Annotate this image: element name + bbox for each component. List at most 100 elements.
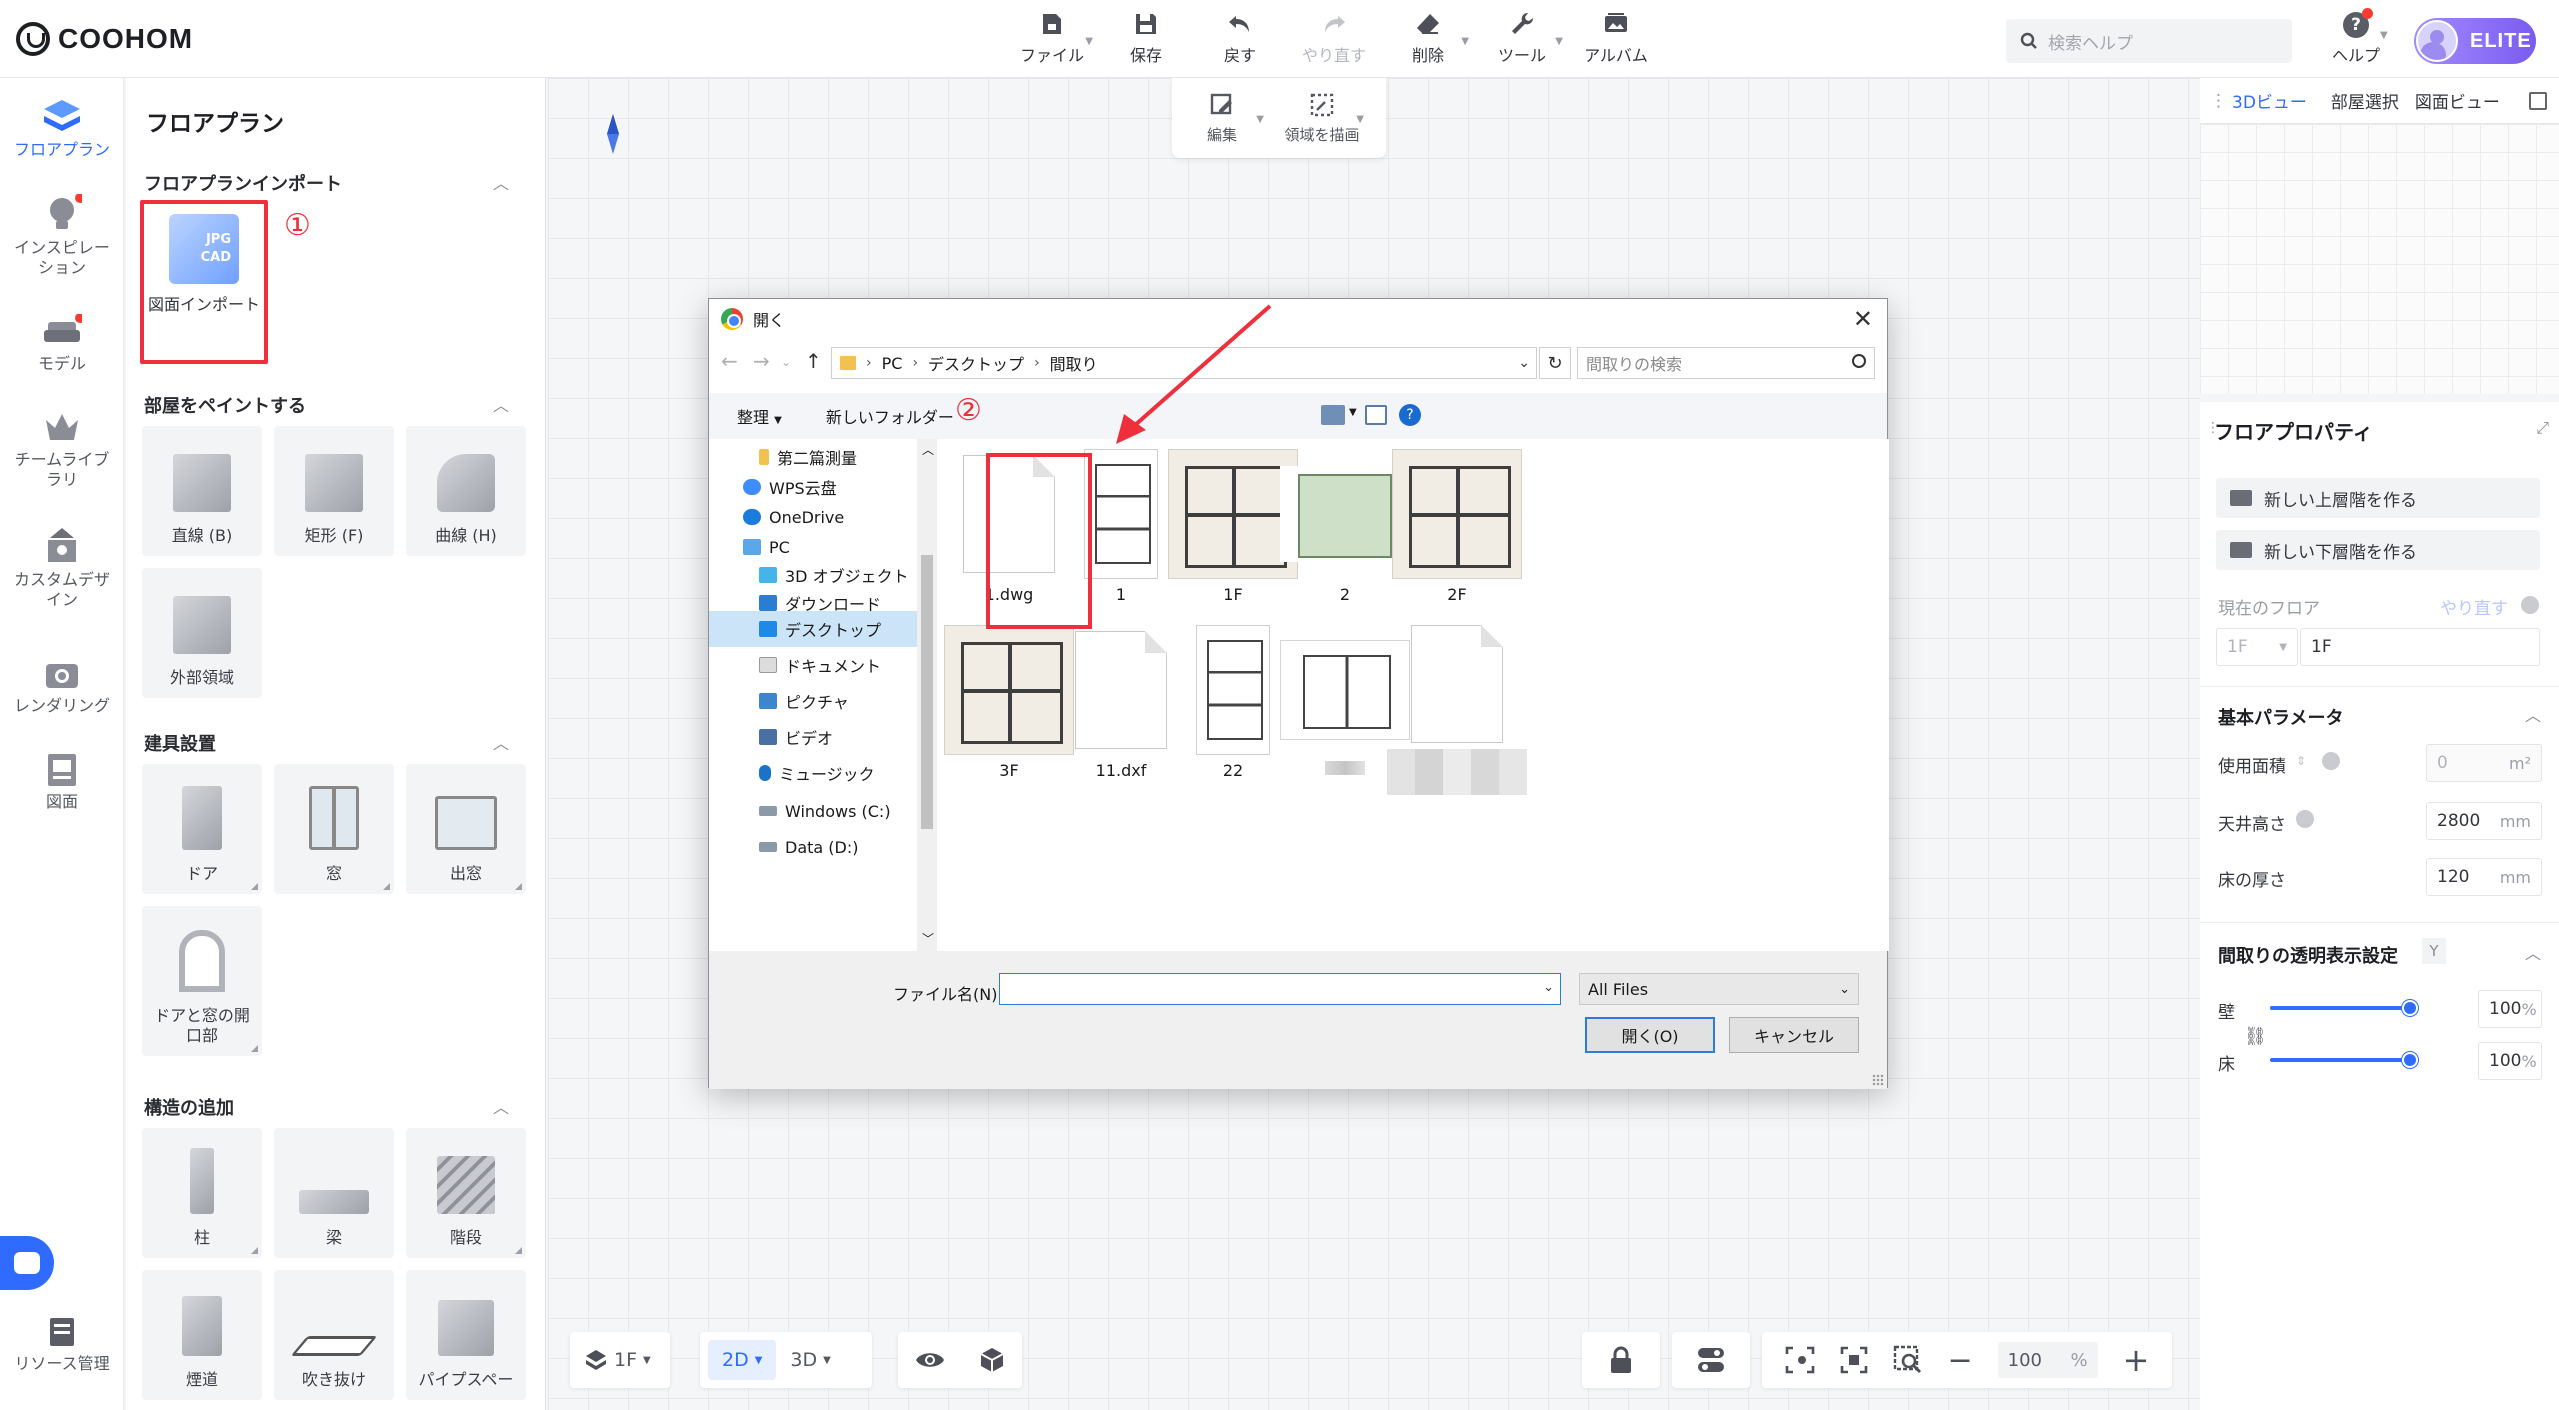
close-icon[interactable]: ✕ [1853,305,1873,333]
resize-grip-icon[interactable] [1872,1074,1884,1086]
nav-item-desktop[interactable]: デスクトップ [709,611,917,647]
mode-2d-button[interactable]: 2D ▼ [708,1340,777,1380]
import-drawing-card[interactable]: JPG CAD 図面インポート [140,200,268,364]
refresh-icon[interactable]: ↻ [1539,347,1571,379]
ceiling-height-input[interactable]: 2800 mm [2426,802,2542,840]
nav-item-documents[interactable]: ドキュメント [709,647,917,683]
card-pipe-space[interactable]: パイプスペー [406,1270,526,1400]
breadcrumb-pc[interactable]: PC [882,354,903,373]
rail-item-drawing[interactable]: 図面 [0,752,124,812]
rail-item-custom-design[interactable]: カスタムデザイン [0,526,124,610]
wall-slider[interactable] [2270,1000,2418,1026]
floor-slider[interactable] [2270,1052,2418,1078]
create-lower-floor-button[interactable]: 新しい下層階を作る [2216,530,2540,570]
toolbar-tools-button[interactable]: ツール ▼ [1475,10,1569,70]
floor-level-select[interactable]: 1F ▼ [2216,628,2298,666]
fit-screen-icon[interactable] [1785,1346,1815,1374]
avatar[interactable] [2416,20,2458,62]
edit-tool-button[interactable]: 編集 ▼ [1172,78,1272,158]
floor-switcher[interactable]: 1F ▼ [570,1332,670,1388]
card-flue[interactable]: 煙道 [142,1270,262,1400]
forward-arrow-icon[interactable]: → [753,349,770,373]
dialog-title-bar[interactable]: 開く [709,299,1887,339]
card-stairs[interactable]: 階段 [406,1128,526,1258]
filetype-select[interactable]: All Files ⌄ [1579,973,1859,1005]
preview-pane-icon[interactable] [1365,405,1387,425]
toolbar-file-button[interactable]: ファイル ▼ [1005,10,1099,70]
toolbar-save-button[interactable]: 保存 [1099,10,1193,70]
zoom-area-icon[interactable] [1893,1345,1923,1375]
view-options-icon[interactable] [1321,405,1345,425]
floor-slider-knob[interactable] [2402,1052,2418,1068]
link-icon[interactable]: ⛓ [2244,1026,2267,1047]
drag-grip-icon[interactable]: ⋮ [2210,91,2227,111]
breadcrumb-desktop[interactable]: デスクトップ [928,351,1024,375]
popout-icon[interactable] [2529,91,2547,110]
history-chevron-icon[interactable]: ⌄ [781,355,791,369]
toolbar-redo-button[interactable]: やり直す [1287,10,1381,70]
floor-select[interactable]: 1F ▼ [570,1340,665,1380]
new-folder-button[interactable]: 新しいフォルダー [826,404,954,428]
focus-icon[interactable] [1840,1346,1868,1374]
card-rectangle[interactable]: 矩形 (F) [274,426,394,556]
card-bay-window[interactable]: 出窓 [406,764,526,894]
compass-icon[interactable] [607,114,619,154]
nav-item-music[interactable]: ミュージック [709,755,917,791]
toolbar-delete-button[interactable]: 削除 ▼ [1381,10,1475,70]
nav-item-drive-d[interactable]: Data (D:) [709,829,917,865]
help-button[interactable]: ? ヘルプ [2326,8,2386,72]
collapse-chevron-icon[interactable]: ︿ [493,1094,509,1118]
wall-slider-knob[interactable] [2402,1000,2418,1016]
cancel-button[interactable]: キャンセル [1729,1017,1859,1053]
card-door[interactable]: ドア [142,764,262,894]
help-icon[interactable]: ? [1399,404,1421,426]
file-item-2f[interactable]: 2F [1387,449,1527,619]
tab-room-select[interactable]: 部屋選択 [2319,78,2411,124]
cube-icon[interactable] [978,1346,1006,1374]
toolbar-album-button[interactable]: アルバム [1569,10,1663,70]
coohom-logo[interactable]: COOHOM [16,22,193,56]
file-item-blurred-2[interactable] [1387,625,1527,795]
card-column[interactable]: 柱 [142,1128,262,1258]
chevron-down-icon[interactable]: ⌄ [1518,355,1530,371]
tab-3d-view[interactable]: 3Dビュー [2220,78,2319,124]
floor-thickness-input[interactable]: 120 mm [2426,858,2542,896]
card-outer-area[interactable]: 外部領域 [142,568,262,698]
rail-item-team-library[interactable]: チームライブラリ [0,410,124,490]
filename-input[interactable]: ⌄ [999,973,1561,1005]
folder-search-input[interactable]: 間取りの検索 [1577,347,1875,379]
mode-3d-button[interactable]: 3D ▼ [776,1340,844,1380]
chat-support-button[interactable] [0,1236,54,1290]
chevron-down-icon[interactable]: ⌄ [1543,980,1554,995]
floor-opacity-input[interactable]: 100% [2478,1042,2542,1080]
nav-item-videos[interactable]: ビデオ [709,719,917,755]
collapse-chevron-icon[interactable]: ︿ [493,392,509,416]
card-window[interactable]: 窓 [274,764,394,894]
rail-item-floorplan[interactable]: フロアプラン [0,98,124,160]
floor-name-input[interactable]: 1F [2300,628,2540,666]
rail-item-resource[interactable]: リソース管理 [0,1314,124,1374]
3d-preview-viewport[interactable] [2200,124,2559,394]
organize-button[interactable]: 整理 ▼ [737,404,782,428]
toolbar-undo-button[interactable]: 戻す [1193,10,1287,70]
redo-link[interactable]: やり直す [2440,594,2508,619]
collapse-chevron-icon[interactable]: ︿ [493,170,509,194]
tab-drawing-view[interactable]: 図面ビュー [2411,78,2504,124]
chevron-down-icon[interactable]: ▼ [1349,407,1357,418]
collapse-chevron-icon[interactable]: ︿ [2525,940,2541,964]
lock-icon[interactable] [1609,1346,1633,1374]
expand-icon[interactable]: ⤢ [2536,418,2549,438]
wall-opacity-input[interactable]: 100% [2478,990,2542,1028]
help-search-input[interactable]: 検索ヘルプ [2006,19,2292,63]
scroll-up-icon[interactable]: ︿ [922,441,934,458]
rail-item-model[interactable]: モデル [0,314,124,374]
back-arrow-icon[interactable]: ← [721,349,738,373]
card-line[interactable]: 直線 (B) [142,426,262,556]
create-upper-floor-button[interactable]: 新しい上層階を作る [2216,478,2540,518]
nav-scrollbar[interactable]: ︿ ﹀ [917,439,937,951]
rail-item-inspiration[interactable]: インスピレーション [0,194,124,278]
zoom-input[interactable]: 100% [1997,1342,2098,1378]
zoom-out-icon[interactable]: − [1948,1343,1973,1378]
breadcrumb-madori[interactable]: 間取り [1050,351,1098,375]
nav-item-pictures[interactable]: ピクチャ [709,683,917,719]
